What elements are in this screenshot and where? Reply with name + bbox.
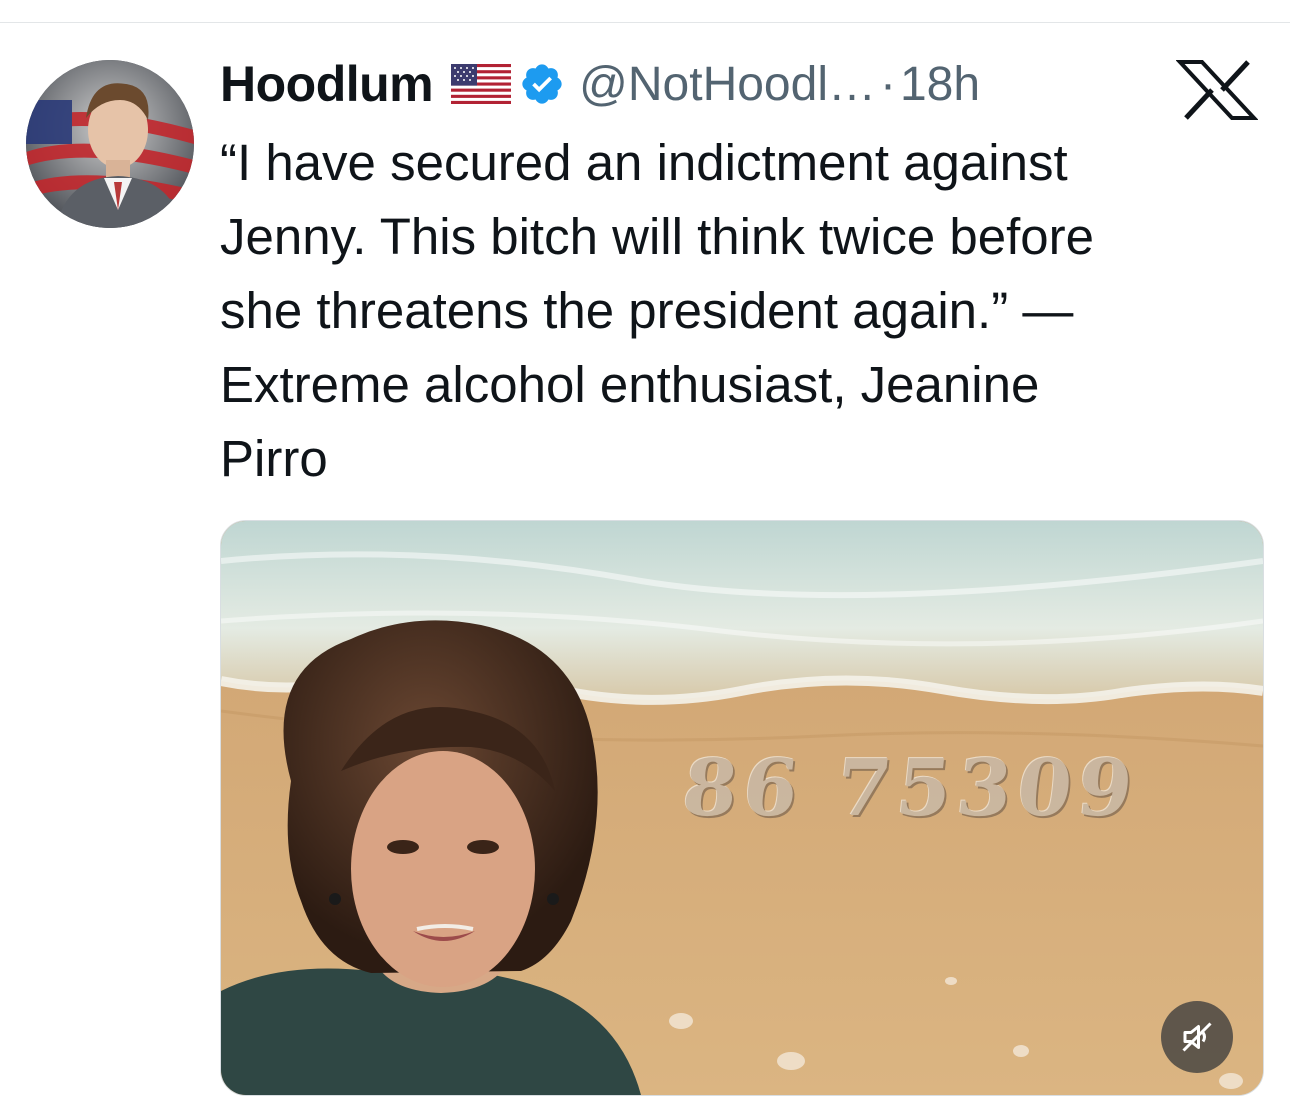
header-separator: · (879, 57, 896, 111)
x-logo-icon[interactable] (1175, 60, 1259, 120)
us-flag-icon (451, 64, 512, 104)
author-handle[interactable]: @NotHoodl… (579, 57, 876, 112)
tweet-media[interactable]: 86 75309 (220, 520, 1264, 1096)
sand-shell-number: 86 75309 (678, 743, 1143, 834)
post-timestamp[interactable]: 18h (900, 57, 980, 112)
author-avatar[interactable] (26, 60, 194, 228)
tweet-header: Hoodlum @NotHoodl… · 18h (220, 52, 980, 116)
tweet-text: “I have secured an indictment against Je… (220, 134, 1094, 487)
speaker-muted-icon (1179, 1019, 1215, 1055)
mute-button[interactable] (1161, 1001, 1233, 1073)
verified-badge-icon[interactable] (519, 61, 565, 107)
top-divider (0, 22, 1290, 23)
display-name[interactable]: Hoodlum (220, 55, 434, 113)
tweet-card: Hoodlum @NotHoodl… · 18h “I have secured… (0, 0, 1290, 1120)
